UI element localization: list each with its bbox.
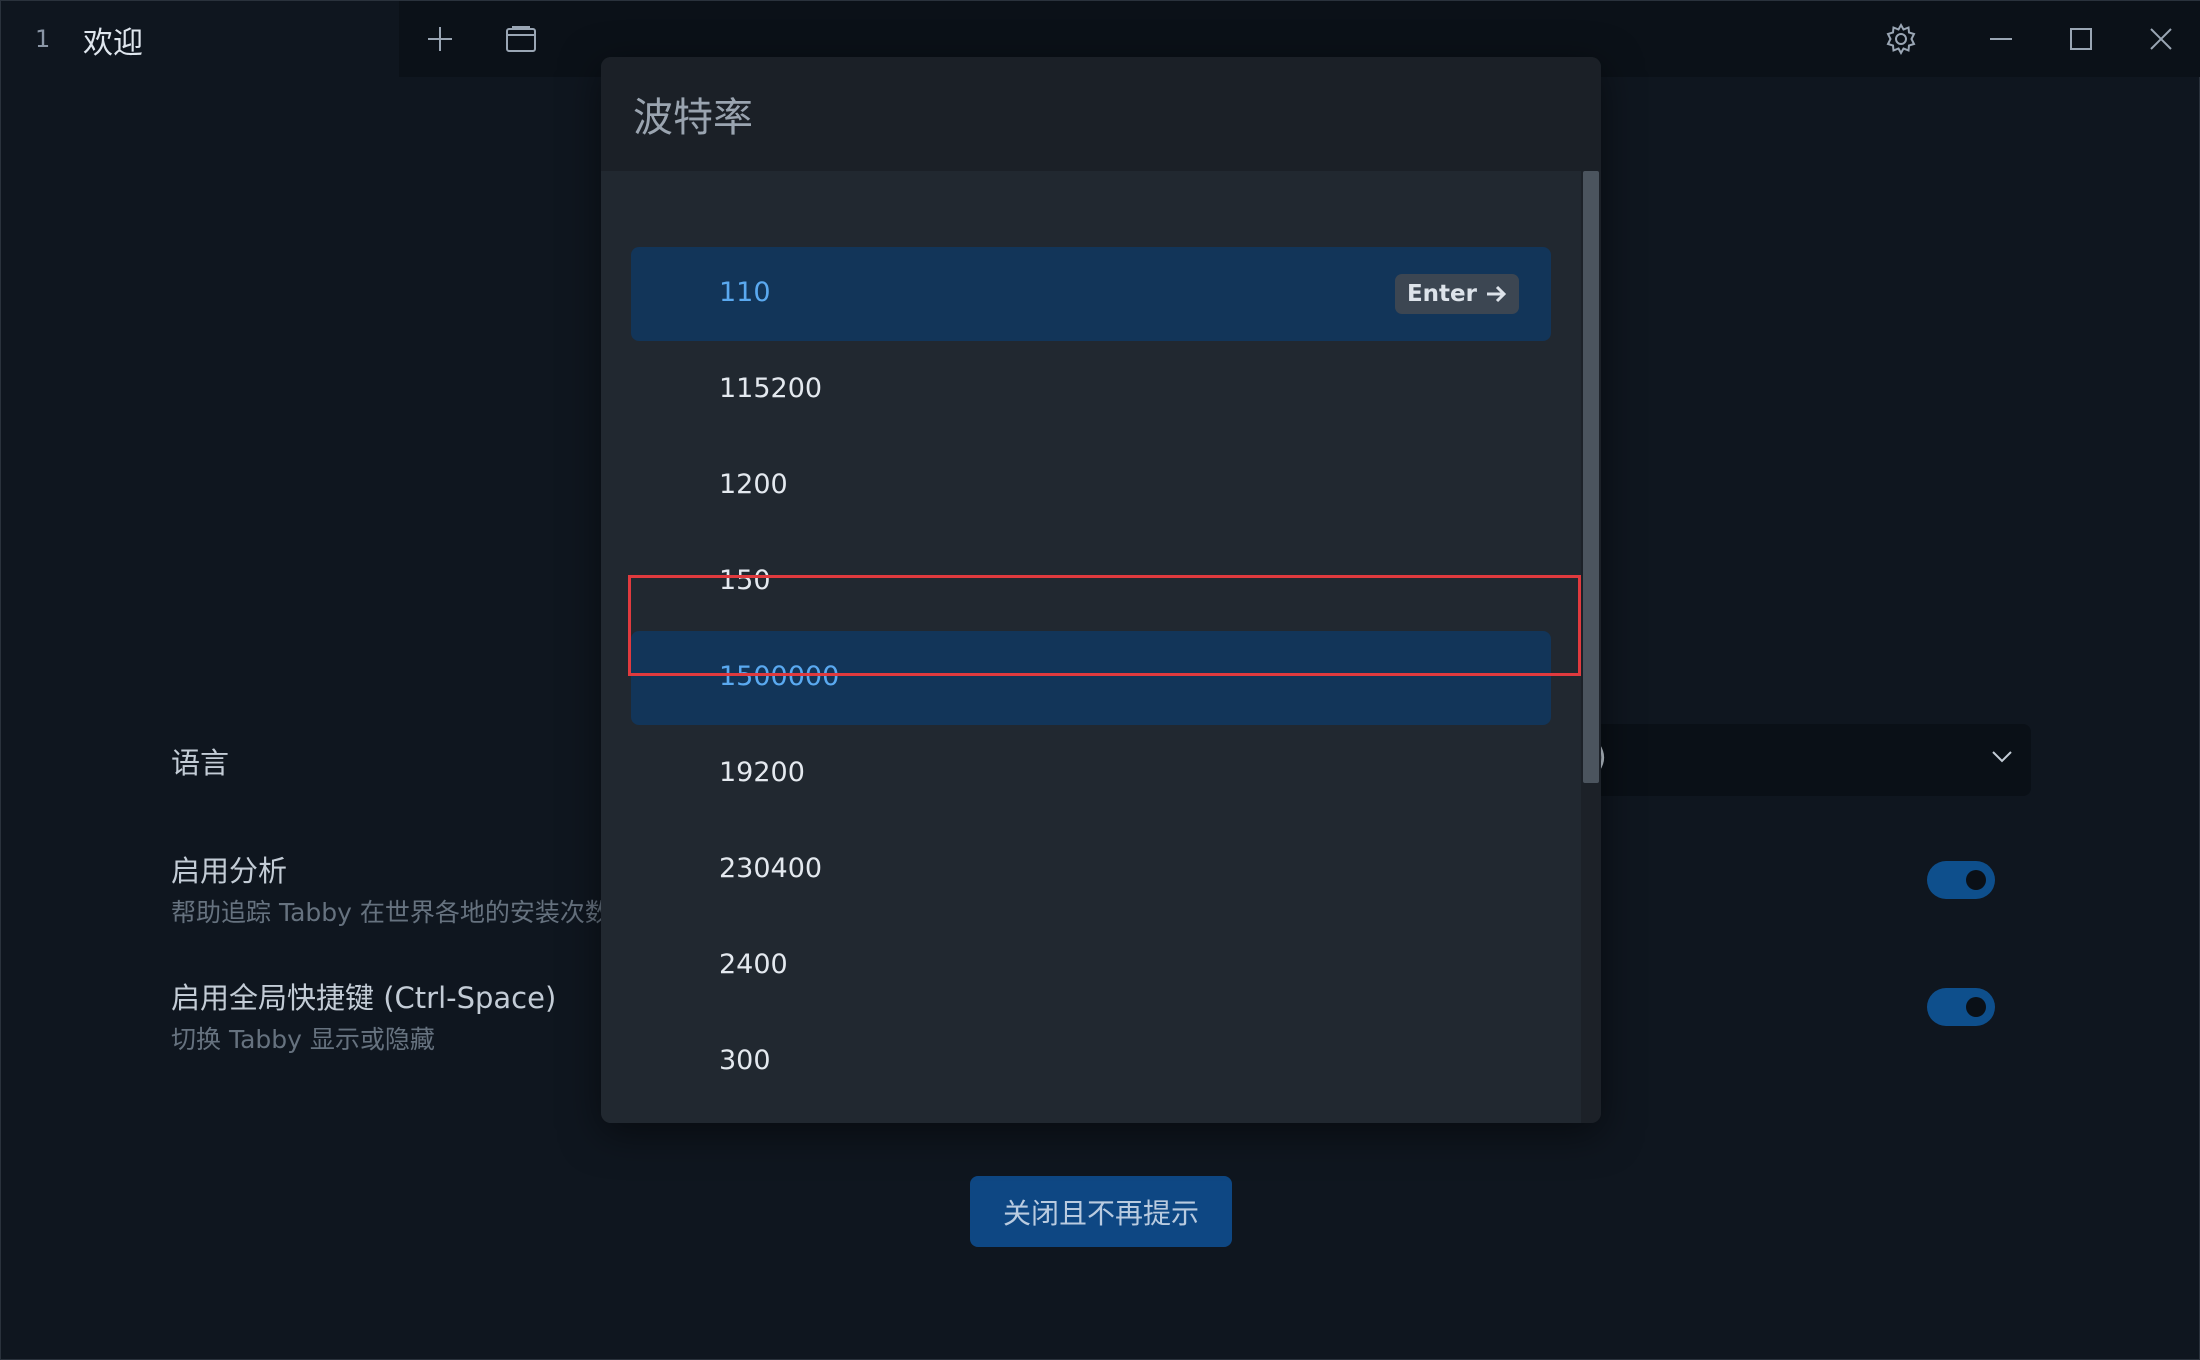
list-item-38400[interactable]: 38400 [631, 1111, 1551, 1123]
list-scrollbar[interactable] [1581, 171, 1601, 1123]
list-item-230400[interactable]: 230400 [631, 823, 1551, 917]
minimize-button[interactable] [1977, 15, 2025, 63]
scrollbar-thumb[interactable] [1583, 171, 1599, 783]
close-icon [2150, 28, 2172, 50]
dismiss-button[interactable]: 关闭且不再提示 [970, 1176, 1232, 1247]
enter-hint: Enter [1394, 274, 1519, 314]
language-label: 语言 [171, 746, 230, 780]
settings-button[interactable] [1877, 15, 1925, 63]
maximize-icon [2070, 28, 2092, 50]
analytics-toggle[interactable] [1927, 861, 1995, 899]
modal-header: 波特率 [601, 57, 1601, 171]
list-item-label: 1200 [719, 469, 788, 500]
plus-icon [428, 27, 452, 51]
analytics-description: 帮助追踪 Tabby 在世界各地的安装次数 [171, 898, 610, 927]
hotkey-toggle[interactable] [1927, 988, 1995, 1026]
list-item-300[interactable]: 300 [631, 1015, 1551, 1109]
hotkey-description: 切换 Tabby 显示或隐藏 [171, 1025, 435, 1054]
window-icon [506, 26, 536, 52]
chevron-down-icon [1992, 751, 2012, 763]
analytics-label: 启用分析 [171, 854, 288, 888]
list-item-115200[interactable]: 115200 [631, 343, 1551, 437]
list-item-label: 300 [719, 1045, 771, 1076]
maximize-button[interactable] [2057, 15, 2105, 63]
list-item-label: 115200 [719, 373, 823, 404]
modal-title: 波特率 [633, 95, 753, 141]
hotkey-label: 启用全局快捷键 (Ctrl-Space) [171, 981, 557, 1015]
list-item-label: 110 [719, 277, 771, 308]
close-button[interactable] [2137, 15, 2185, 63]
list-item-label: 2400 [719, 949, 788, 980]
list-item-label: 19200 [719, 757, 805, 788]
gear-icon [1886, 22, 1916, 56]
tab-welcome[interactable]: 1 欢迎 [1, 1, 399, 77]
minimize-icon [1990, 38, 2012, 40]
app-window: 1 欢迎 语言 ) 启用分析 帮助追踪 Tabby 在世界各地的安 [0, 0, 2200, 1360]
list-item-110[interactable]: 110 Enter [631, 247, 1551, 341]
language-select[interactable]: ) [1581, 724, 2031, 796]
profiles-button[interactable] [497, 15, 545, 63]
new-tab-button[interactable] [416, 15, 464, 63]
list-item-2400[interactable]: 2400 [631, 919, 1551, 1013]
tab-title: 欢迎 [83, 26, 143, 61]
arrow-right-icon [1487, 285, 1507, 303]
list-item-1200[interactable]: 1200 [631, 439, 1551, 533]
tab-index: 1 [35, 25, 51, 53]
highlight-box [628, 575, 1581, 676]
list-item-19200[interactable]: 19200 [631, 727, 1551, 821]
enter-hint-label: Enter [1406, 281, 1477, 307]
list-item-label: 230400 [719, 853, 823, 884]
